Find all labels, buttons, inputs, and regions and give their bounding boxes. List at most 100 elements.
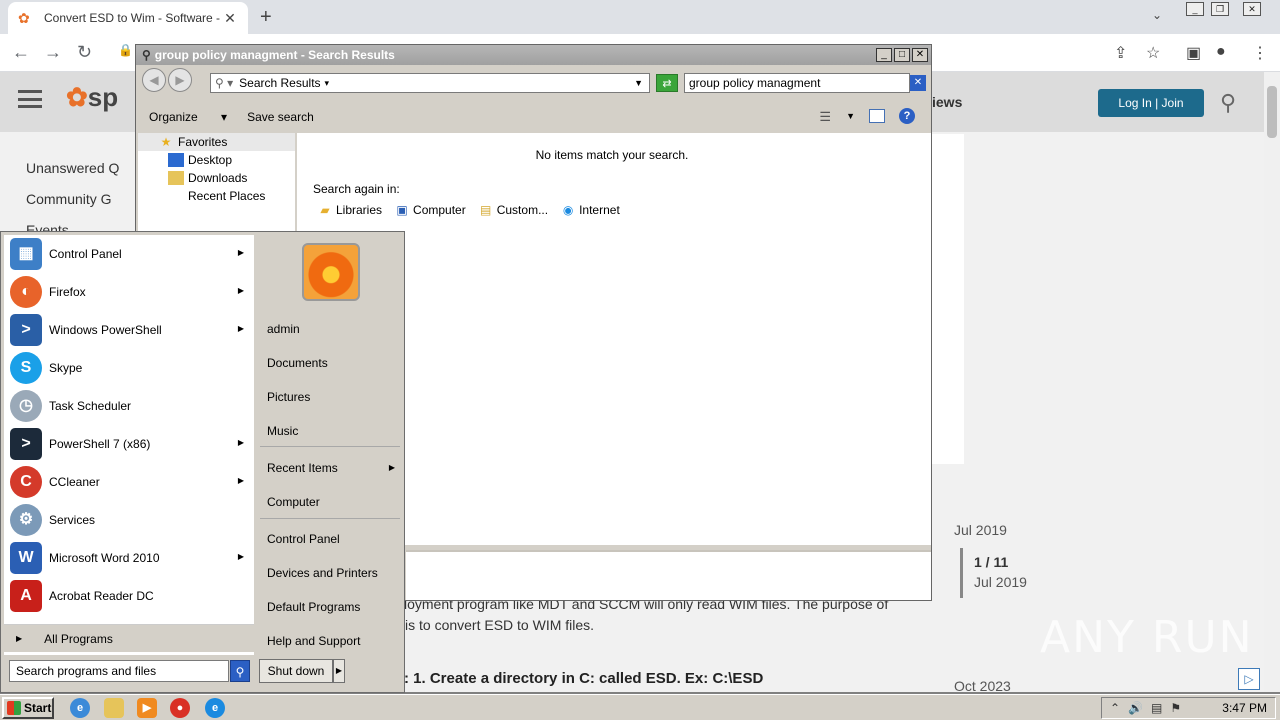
edge-taskbar-icon[interactable]: e xyxy=(205,698,225,718)
explorer-folder-icon[interactable] xyxy=(104,698,124,718)
start-item-pictures[interactable]: Pictures xyxy=(267,390,310,404)
search-again-custom[interactable]: ▤ Custom... xyxy=(478,203,548,217)
address-crumb-chevron-icon[interactable]: ▾ xyxy=(325,78,330,89)
search-again-libraries[interactable]: ▰ Libraries xyxy=(317,203,382,217)
submenu-arrow-icon[interactable]: ▶ xyxy=(238,286,244,295)
nav-community[interactable]: Community G xyxy=(26,191,112,207)
action-center-flag-icon[interactable]: ⚑ xyxy=(1170,701,1181,715)
start-item-computer[interactable]: Computer xyxy=(267,495,320,509)
refresh-icon[interactable]: ⇄ xyxy=(656,74,678,92)
profile-icon[interactable]: ● xyxy=(1216,43,1226,61)
bookmark-star-icon[interactable]: ☆ xyxy=(1146,43,1160,63)
volume-icon[interactable]: 🔊 xyxy=(1128,701,1143,715)
program-powershell7[interactable]: > PowerShell 7 (x86) ▶ xyxy=(4,425,254,463)
site-search-icon[interactable]: ⚲ xyxy=(1220,90,1236,116)
explorer-minimize-icon[interactable]: _ xyxy=(876,48,892,62)
side-panel-icon[interactable]: ▣ xyxy=(1186,43,1201,63)
tab-close-icon[interactable]: ✕ xyxy=(222,10,238,27)
restore-window-icon[interactable]: ❐ xyxy=(1211,2,1229,16)
submenu-arrow-icon[interactable]: ▶ xyxy=(238,552,244,561)
media-player-icon[interactable]: ▶ xyxy=(137,698,157,718)
program-control-panel[interactable]: ▦ Control Panel ▶ xyxy=(4,235,254,273)
browser-tab[interactable]: ✿ Convert ESD to Wim - Software - Sp ✕ xyxy=(8,2,248,34)
lock-icon[interactable]: 🔒 xyxy=(118,43,133,57)
program-acrobat[interactable]: A Acrobat Reader DC xyxy=(4,577,254,615)
start-item-devices-printers[interactable]: Devices and Printers xyxy=(267,566,378,580)
program-services[interactable]: ⚙ Services xyxy=(4,501,254,539)
program-ccleaner[interactable]: C CCleaner ▶ xyxy=(4,463,254,501)
start-item-documents[interactable]: Documents xyxy=(267,356,328,370)
view-options-chevron-icon[interactable]: ▼ xyxy=(846,111,855,121)
program-skype[interactable]: S Skype xyxy=(4,349,254,387)
program-firefox[interactable]: ◐ Firefox ▶ xyxy=(4,273,254,311)
address-dropdown-icon[interactable]: ▼ xyxy=(634,78,643,88)
explorer-titlebar[interactable]: ⚲ group policy managment - Search Result… xyxy=(136,45,931,65)
submenu-arrow-icon[interactable]: ▶ xyxy=(238,476,244,485)
browser-menu-icon[interactable]: ⋮ xyxy=(1252,43,1268,63)
program-windows-powershell[interactable]: > Windows PowerShell ▶ xyxy=(4,311,254,349)
tab-search-chevron-icon[interactable]: ⌄ xyxy=(1152,8,1162,22)
nav-favorites[interactable]: ★ Favorites xyxy=(138,133,295,151)
network-icon[interactable]: ▤ xyxy=(1151,701,1162,715)
all-programs[interactable]: ▶ All Programs xyxy=(4,624,254,652)
nav-unanswered[interactable]: Unanswered Q xyxy=(26,160,119,176)
submenu-arrow-icon[interactable]: ▶ xyxy=(238,248,244,257)
nav-recent-places[interactable]: Recent Places xyxy=(138,187,295,205)
explorer-forward-icon[interactable]: ▶ xyxy=(168,68,192,92)
site-logo[interactable]: ✿sp xyxy=(66,82,118,113)
tray-expand-icon[interactable]: ⌃ xyxy=(1110,701,1120,715)
login-join-button[interactable]: Log In | Join xyxy=(1098,89,1204,117)
nav-desktop[interactable]: Desktop xyxy=(138,151,295,169)
search-again-computer[interactable]: ▣ Computer xyxy=(394,203,465,217)
shut-down-options-icon[interactable]: ▶ xyxy=(333,659,345,683)
close-window-icon[interactable]: ✕ xyxy=(1243,2,1261,16)
clock[interactable]: 3:47 PM xyxy=(1222,701,1267,715)
custom-folder-icon: ▤ xyxy=(480,203,492,217)
start-item-admin[interactable]: admin xyxy=(267,322,300,336)
new-tab-icon[interactable]: + xyxy=(260,6,272,29)
explorer-back-icon[interactable]: ◀ xyxy=(142,68,166,92)
header-link[interactable]: iews xyxy=(932,94,962,110)
recent-items-arrow-icon[interactable]: ▶ xyxy=(389,463,395,472)
shut-down-button[interactable]: Shut down xyxy=(259,659,333,683)
submenu-arrow-icon[interactable]: ▶ xyxy=(238,324,244,333)
command-bar: Organize ▾ Save search xyxy=(136,103,931,131)
share-icon[interactable]: ⇪ xyxy=(1114,43,1127,63)
address-bar[interactable]: ⚲ ▾ Search Results ▾ ▼ xyxy=(210,73,650,93)
start-item-default-programs[interactable]: Default Programs xyxy=(267,600,360,614)
explorer-search-input[interactable]: group policy managment xyxy=(684,73,910,93)
preview-pane-icon[interactable] xyxy=(869,109,885,123)
minimize-window-icon[interactable]: _ xyxy=(1186,2,1204,16)
nav-downloads[interactable]: Downloads xyxy=(138,169,295,187)
chrome-icon[interactable]: ● xyxy=(170,698,190,718)
explorer-close-icon[interactable]: ✕ xyxy=(912,48,928,62)
forward-icon[interactable]: → xyxy=(44,42,62,63)
pinned-programs: ▦ Control Panel ▶ ◐ Firefox ▶ > Windows … xyxy=(4,235,254,655)
start-item-recent-items[interactable]: Recent Items xyxy=(267,461,338,475)
back-icon[interactable]: ← xyxy=(12,42,30,63)
search-again-internet[interactable]: ◉ Internet xyxy=(560,203,620,217)
scrollbar-thumb[interactable] xyxy=(1267,86,1277,138)
save-search-button[interactable]: Save search xyxy=(247,110,314,124)
ie-icon[interactable]: e xyxy=(70,698,90,718)
start-button[interactable]: Start xyxy=(2,697,54,719)
user-avatar[interactable] xyxy=(302,243,360,301)
start-search-input[interactable]: Search programs and files xyxy=(9,660,229,682)
clear-search-icon[interactable]: ✕ xyxy=(910,75,926,91)
start-item-control-panel[interactable]: Control Panel xyxy=(267,532,340,546)
help-icon[interactable]: ? xyxy=(899,108,915,124)
start-item-help-support[interactable]: Help and Support xyxy=(267,634,360,648)
hamburger-menu-icon[interactable] xyxy=(18,90,42,108)
timeline-scrubber[interactable] xyxy=(960,548,963,598)
organize-button[interactable]: Organize ▾ xyxy=(149,110,227,124)
reload-icon[interactable]: ↻ xyxy=(77,42,92,63)
page-scrollbar[interactable] xyxy=(1264,72,1280,692)
start-search-icon[interactable]: ⚲ xyxy=(230,660,250,682)
ad-choices-icon[interactable]: ▷ xyxy=(1238,668,1260,690)
explorer-maximize-icon[interactable]: □ xyxy=(894,48,910,62)
start-item-music[interactable]: Music xyxy=(267,424,298,438)
program-word[interactable]: W Microsoft Word 2010 ▶ xyxy=(4,539,254,577)
change-view-icon[interactable]: ☰ xyxy=(819,109,831,125)
submenu-arrow-icon[interactable]: ▶ xyxy=(238,438,244,447)
program-task-scheduler[interactable]: ◷ Task Scheduler xyxy=(4,387,254,425)
